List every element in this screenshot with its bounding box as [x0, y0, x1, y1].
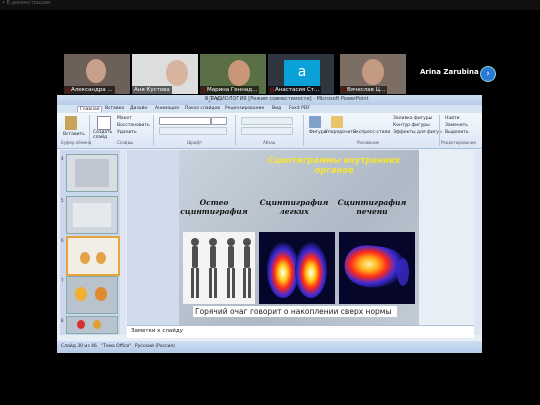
restore-button[interactable]: Восстановить — [117, 123, 150, 128]
new-slide-icon — [97, 116, 111, 130]
shape-outline-button[interactable]: Контур фигуры — [393, 123, 430, 128]
paragraph-align-buttons[interactable] — [241, 127, 293, 135]
slide-thumbnail[interactable] — [66, 154, 118, 192]
tab-slideshow[interactable]: Показ слайдов — [185, 106, 220, 111]
participant-tile[interactable]: a Анастасия Ст... — [268, 54, 334, 94]
ribbon: Вставить Создать слайд Макет Восстановит… — [57, 113, 482, 149]
participant-tile[interactable]: Вячеслав Ц... — [340, 54, 406, 94]
slide-thumbnail-selected[interactable] — [66, 236, 120, 276]
shapes-icon — [309, 116, 321, 128]
delete-button[interactable]: Удалить — [117, 130, 137, 135]
group-label: Шрифт — [187, 140, 203, 145]
font-format-buttons[interactable] — [159, 127, 227, 135]
column-heading-liver: Сцинтиграфия печени — [337, 198, 407, 216]
window-controls[interactable]: – ❐ ✕ — [205, 96, 479, 102]
notes-placeholder: Заметки к слайду — [131, 328, 183, 334]
group-label: Рисование — [357, 140, 380, 145]
group-label: Редактирование — [441, 140, 476, 145]
column-heading-osteo: Остео сцинтиграфия — [180, 198, 248, 216]
arrange-button[interactable]: Упорядочить — [325, 130, 356, 135]
slide-title: Сцинтиграммы внутренних органов — [267, 156, 401, 176]
thumbnail-scrollbar[interactable] — [120, 150, 126, 335]
tab-review[interactable]: Рецензирование — [225, 106, 264, 111]
theme-name: "Тема Office" — [101, 344, 132, 349]
column-heading-lungs: Сцинтиграфия легких — [259, 198, 329, 216]
font-name-field[interactable] — [159, 117, 211, 125]
sharing-indicator: • В демонстрации — [2, 0, 50, 6]
quick-styles-button[interactable]: Экспресс-стили — [353, 130, 390, 135]
arrange-icon — [331, 116, 343, 128]
slide-number: 8 — [61, 318, 64, 323]
lung-scan-image — [259, 232, 335, 304]
language-indicator[interactable]: Русский (Россия) — [135, 344, 175, 349]
slide-thumbnail[interactable] — [66, 276, 118, 314]
ribbon-tabs: Главная Вставка Дизайн Анимация Показ сл… — [57, 105, 482, 113]
group-label: Буфер обмена — [61, 140, 92, 145]
shared-screen-powerpoint: 8_РАДИОЛОГИЯ [Режим совместимости] - Mic… — [57, 95, 482, 353]
paste-button[interactable]: Вставить — [63, 132, 85, 137]
tab-view[interactable]: Вид — [272, 106, 281, 111]
participant-tile[interactable]: Аня Кустова — [132, 54, 198, 94]
group-label: Слайды — [117, 140, 134, 145]
slide-scrollbar[interactable] — [474, 150, 482, 335]
paragraph-list-buttons[interactable] — [241, 117, 293, 125]
replace-button[interactable]: Заменить — [445, 123, 468, 128]
tab-animation[interactable]: Анимация — [155, 106, 179, 111]
tab-design[interactable]: Дизайн — [130, 106, 147, 111]
participant-name: Аня Кустова — [132, 86, 172, 94]
slide-thumbnail-pane: 4 5 6 7 8 — [60, 150, 120, 335]
participant-name: Анастасия Ст... — [268, 86, 322, 94]
ppt-title-bar: 8_РАДИОЛОГИЯ [Режим совместимости] - Mic… — [57, 95, 482, 105]
slide-number: 7 — [61, 278, 64, 283]
font-size-field[interactable] — [211, 117, 227, 125]
meeting-top-bar: • В демонстрации — [0, 0, 540, 10]
participant-name: Марина Геннад... — [200, 86, 260, 94]
participant-name: Arina Zarubina — [420, 68, 479, 76]
slide-thumbnail[interactable] — [66, 316, 118, 334]
layout-button[interactable]: Макет — [117, 116, 132, 121]
tab-home[interactable]: Главная — [77, 106, 103, 112]
slide-counter: Слайд 30 из 46 — [61, 344, 97, 349]
select-button[interactable]: Выделить — [445, 130, 469, 135]
find-button[interactable]: Найти — [445, 116, 460, 121]
participant-tile[interactable]: Александра ... — [64, 54, 130, 94]
tab-insert[interactable]: Вставка — [105, 106, 124, 111]
slide-number: 4 — [61, 156, 64, 161]
next-page-arrow-icon[interactable]: › — [480, 66, 496, 82]
status-bar: Слайд 30 из 46 "Тема Office" Русский (Ро… — [57, 341, 482, 353]
slide-thumbnail[interactable] — [66, 196, 118, 234]
group-label: Абзац — [263, 140, 276, 145]
participant-name: Александра ... — [64, 86, 115, 94]
slide-caption: Горячий очаг говорит о накоплении сверх … — [193, 306, 397, 317]
notes-pane[interactable]: Заметки к слайду — [127, 325, 474, 338]
slide-number: 6 — [61, 238, 64, 243]
shape-fill-button[interactable]: Заливка фигуры — [393, 116, 432, 121]
slide-editing-area: Сцинтиграммы внутренних органов Остео сц… — [127, 150, 419, 335]
shape-effects-button[interactable]: Эффекты для фигур — [393, 130, 442, 135]
current-slide: Сцинтиграммы внутренних органов Остео сц… — [179, 150, 419, 330]
tab-foxit[interactable]: Foxit PDF — [289, 106, 310, 111]
bone-scan-image — [183, 232, 255, 304]
paste-icon — [65, 116, 77, 130]
create-slide-button[interactable]: Создать слайд — [93, 130, 115, 140]
slide-number: 5 — [61, 198, 64, 203]
liver-scan-image — [339, 232, 415, 304]
participant-name: Вячеслав Ц... — [340, 86, 388, 94]
participant-tile[interactable]: Марина Геннад... — [200, 54, 266, 94]
avatar-letter: a — [297, 64, 307, 80]
